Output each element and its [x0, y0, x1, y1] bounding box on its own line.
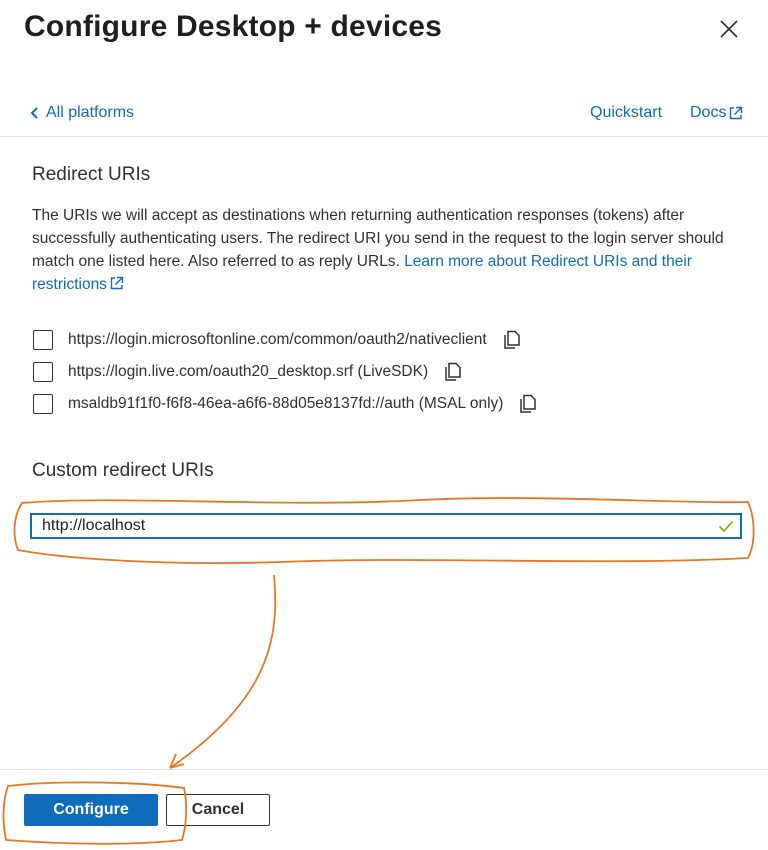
chevron-left-icon	[30, 107, 38, 119]
checkmark-icon	[718, 520, 734, 533]
redirect-uris-heading: Redirect URIs	[32, 164, 151, 185]
custom-redirect-uris-heading: Custom redirect URIs	[32, 460, 214, 481]
close-icon	[720, 20, 738, 38]
top-navigation: All platforms Quickstart Docs	[0, 100, 768, 130]
external-link-icon	[730, 106, 743, 120]
header-divider	[0, 136, 768, 137]
external-link-icon	[110, 276, 124, 290]
close-button[interactable]	[716, 16, 742, 42]
footer-divider	[0, 769, 768, 770]
uri-row-nativeclient: https://login.microsoftonline.com/common…	[33, 327, 523, 353]
copy-icon[interactable]	[442, 361, 464, 383]
uri-label: msaldb91f1f0-f6f8-46ea-a6f6-88d05e8137fd…	[68, 395, 504, 412]
configure-button[interactable]: Configure	[24, 794, 158, 826]
uri-label: https://login.live.com/oauth20_desktop.s…	[68, 363, 429, 380]
custom-redirect-uri-input[interactable]: http://localhost	[30, 513, 742, 539]
redirect-uris-description: The URIs we will accept as destinations …	[32, 204, 742, 296]
copy-icon[interactable]	[501, 329, 523, 351]
arrow-line	[169, 574, 277, 769]
cancel-button[interactable]: Cancel	[166, 794, 270, 826]
dialog-title: Configure Desktop + devices	[24, 10, 443, 43]
uri-row-livesdk: https://login.live.com/oauth20_desktop.s…	[33, 359, 464, 385]
docs-link[interactable]: Docs	[690, 104, 744, 122]
all-platforms-label: All platforms	[46, 104, 135, 121]
uri-label: https://login.microsoftonline.com/common…	[68, 331, 487, 348]
uri-checkbox[interactable]	[33, 362, 53, 382]
quickstart-link[interactable]: Quickstart	[590, 104, 662, 122]
docs-label: Docs	[690, 104, 727, 121]
all-platforms-link[interactable]: All platforms	[30, 104, 134, 122]
uri-row-msal: msaldb91f1f0-f6f8-46ea-a6f6-88d05e8137fd…	[33, 391, 539, 417]
custom-redirect-uri-value: http://localhost	[42, 517, 146, 534]
copy-icon[interactable]	[517, 393, 539, 415]
uri-checkbox[interactable]	[33, 394, 53, 414]
uri-checkbox[interactable]	[33, 330, 53, 350]
arrow-head	[169, 753, 185, 769]
